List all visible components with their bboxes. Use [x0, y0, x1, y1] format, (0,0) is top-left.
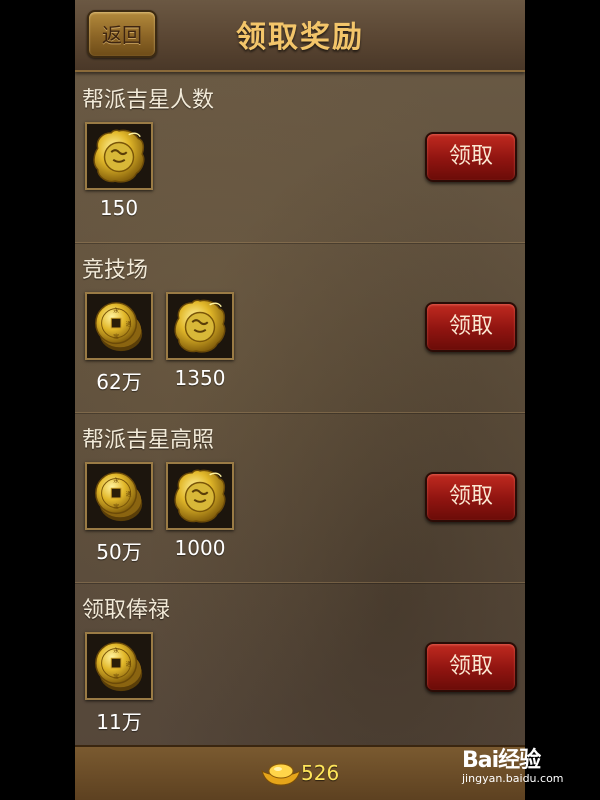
section-title: 帮派吉星人数	[82, 88, 215, 113]
section-title: 竞技场	[82, 258, 149, 283]
watermark-url: jingyan.baidu.com	[462, 772, 564, 785]
copper-coins-icon	[90, 297, 148, 355]
copper-coins-icon	[90, 637, 148, 695]
reward-section-arena: 竞技场 62万 1350 领取	[75, 242, 525, 413]
reward-item-label: 50万	[96, 540, 142, 564]
reward-item-label: 11万	[96, 710, 142, 734]
reward-screen: 返回 领取奖励 帮派吉星人数 150 领取 竞技场 62万 1350 领取 帮派…	[75, 0, 525, 800]
claim-button[interactable]: 领取	[425, 472, 517, 522]
reward-item-label: 150	[99, 196, 139, 220]
copper-coins-icon	[90, 467, 148, 525]
reward-item-label: 1350	[174, 366, 226, 390]
section-title: 帮派吉星高照	[82, 428, 215, 453]
watermark-brand: Bai经验	[462, 748, 541, 773]
baidu-jingyan-watermark: Bai经验 jingyan.baidu.com	[462, 742, 592, 792]
reward-section-salary: 领取俸禄 11万 领取	[75, 582, 525, 752]
reward-item[interactable]	[85, 462, 153, 530]
header-bar: 返回 领取奖励	[75, 0, 525, 72]
reward-item-label: 62万	[96, 370, 142, 394]
dragon-seal-icon	[90, 127, 148, 185]
reward-section-guild-star-shine: 帮派吉星高照 50万 1000 领取	[75, 412, 525, 583]
section-title: 领取俸禄	[82, 598, 171, 623]
reward-item[interactable]	[85, 122, 153, 190]
claim-button[interactable]: 领取	[425, 132, 517, 182]
reward-item[interactable]	[85, 632, 153, 700]
claim-button[interactable]: 领取	[425, 642, 517, 692]
dragon-seal-icon	[171, 467, 229, 525]
page-title: 领取奖励	[236, 20, 364, 55]
dragon-seal-icon	[171, 297, 229, 355]
footer-bar: 526	[75, 745, 525, 800]
reward-item-label: 1000	[174, 536, 226, 560]
reward-item[interactable]	[166, 462, 234, 530]
claim-button[interactable]: 领取	[425, 302, 517, 352]
reward-item[interactable]	[85, 292, 153, 360]
gold-amount: 526	[301, 761, 340, 785]
gold-ingot-icon	[261, 763, 301, 786]
reward-item[interactable]	[166, 292, 234, 360]
reward-section-guild-star-count: 帮派吉星人数 150 领取	[75, 72, 525, 243]
